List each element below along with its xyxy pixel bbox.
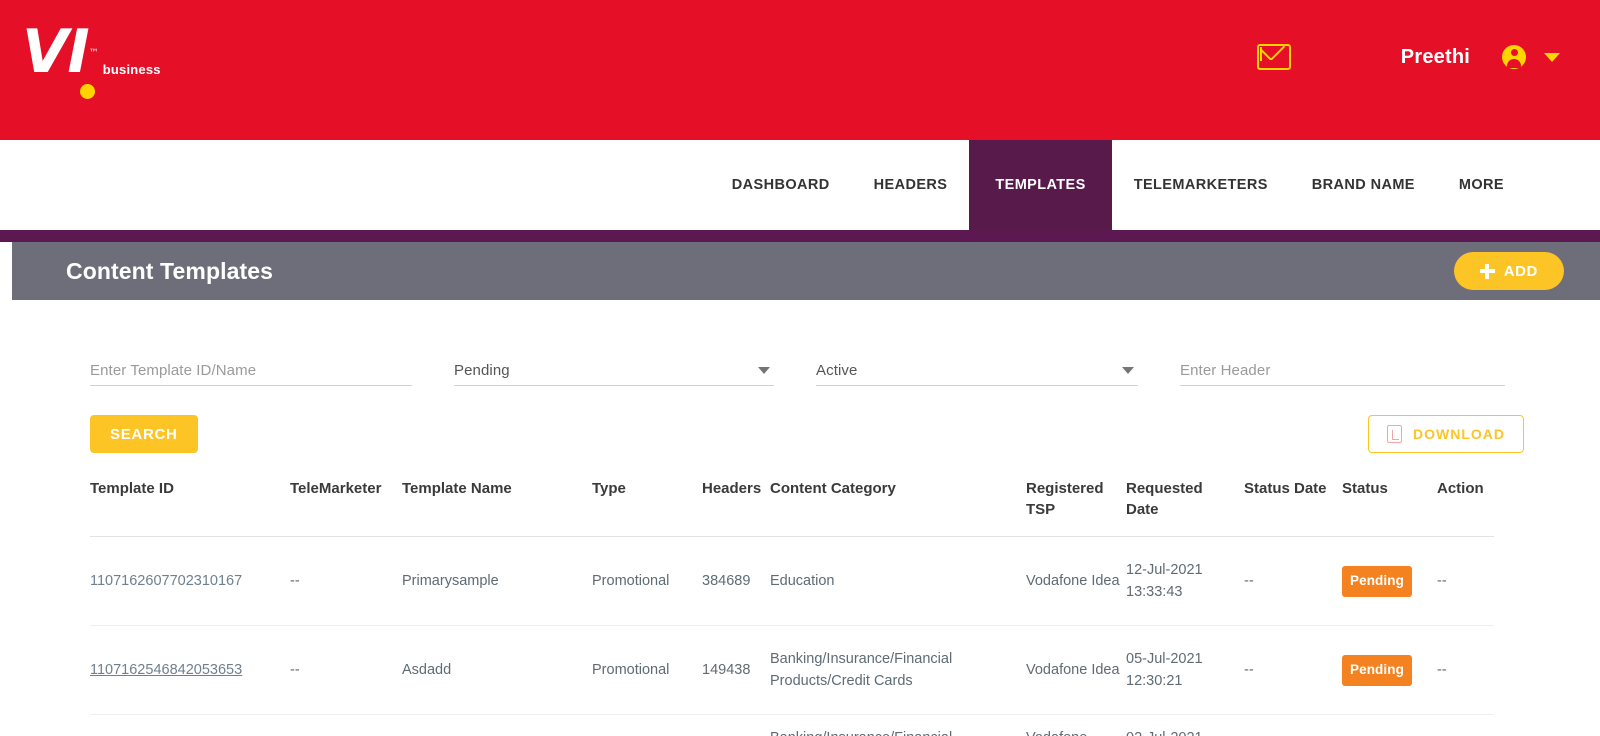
cell-action[interactable]: -- <box>1437 625 1494 715</box>
cell-type: Promotional <box>592 536 702 626</box>
cell-action[interactable]: -- <box>1437 536 1494 626</box>
tab-headers[interactable]: HEADERS <box>852 140 970 230</box>
user-avatar-icon[interactable] <box>1502 45 1526 69</box>
purple-divider-strip <box>0 230 1600 242</box>
status-select[interactable]: Pending <box>454 344 774 386</box>
template-id-link[interactable]: 1107162607702310167 <box>90 573 242 589</box>
cell-content-category: Education <box>770 536 1026 626</box>
template-id-link[interactable]: 1107162546842053653 <box>90 662 242 678</box>
column-header-action[interactable]: Action <box>1437 478 1494 537</box>
logo-yellow-dot <box>80 84 95 99</box>
cell-registered-tsp: Vodafone <box>1026 715 1126 736</box>
tab-more[interactable]: MORE <box>1437 140 1526 230</box>
cell-headers <box>702 715 770 736</box>
column-header-headers[interactable]: Headers <box>702 478 770 537</box>
filter-row: Enter Template ID/Name Pending Active En… <box>90 332 1516 386</box>
cell-headers: 149438 <box>702 625 770 715</box>
cell-template-id <box>90 715 290 736</box>
cell-requested-date: 02-Jul-2021 <box>1126 715 1244 736</box>
cell-template-name: Primarysample <box>402 536 592 626</box>
tab-templates[interactable]: TEMPLATES <box>969 140 1112 230</box>
logo-business-label: business <box>102 62 161 77</box>
status-badge: Pending <box>1342 565 1412 597</box>
column-header-template-id[interactable]: Template ID <box>90 478 290 537</box>
cell-telemarketer: -- <box>290 625 402 715</box>
download-button[interactable]: DOWNLOAD <box>1368 415 1524 453</box>
status-badge: Pending <box>1342 654 1412 686</box>
cell-status-date: -- <box>1244 536 1342 626</box>
logo-vi-text: VI ™ <box>22 22 99 99</box>
column-header-template-name[interactable]: Template Name <box>402 478 592 537</box>
cell-headers: 384689 <box>702 536 770 626</box>
cell-template-name: Asdadd <box>402 625 592 715</box>
table-head: Template ID TeleMarketer Template Name T… <box>90 478 1494 537</box>
add-button[interactable]: ADD <box>1453 252 1564 290</box>
search-button[interactable]: SEARCH <box>90 415 198 453</box>
cell-requested-date: 12-Jul-2021 13:33:43 <box>1126 536 1244 626</box>
cell-status-date <box>1244 715 1342 736</box>
logo-trademark: ™ <box>88 48 99 59</box>
plus-icon <box>1479 263 1495 279</box>
mail-flap-icon <box>1260 46 1287 60</box>
column-header-requested-date[interactable]: Requested Date <box>1126 478 1244 537</box>
main-navigation: DASHBOARD HEADERS TEMPLATES TELEMARKETER… <box>0 140 1600 230</box>
cell-content-category: Banking/Insurance/Financial Products/Cre… <box>770 625 1026 715</box>
cell-status-date: -- <box>1244 625 1342 715</box>
cell-telemarketer: -- <box>290 536 402 626</box>
cell-registered-tsp: Vodafone Idea <box>1026 536 1126 626</box>
tab-brand-name[interactable]: BRAND NAME <box>1290 140 1437 230</box>
cell-type: Promotional <box>592 625 702 715</box>
cell-content-category: Banking/Insurance/Financial <box>770 715 1026 736</box>
chevron-down-icon <box>758 367 770 374</box>
mail-icon[interactable] <box>1256 44 1291 70</box>
add-button-label: ADD <box>1503 262 1538 280</box>
cell-action[interactable] <box>1437 715 1494 736</box>
column-header-status[interactable]: Status <box>1342 478 1437 537</box>
cell-requested-date: 05-Jul-2021 12:30:21 <box>1126 625 1244 715</box>
chevron-down-icon <box>1122 367 1134 374</box>
template-id-input[interactable]: Enter Template ID/Name <box>90 344 412 386</box>
action-row: SEARCH DOWNLOAD <box>90 414 1524 454</box>
page-body: Content Templates ADD Enter Template ID/… <box>0 242 1600 736</box>
table-row: 1107162607702310167 -- Primarysample Pro… <box>90 536 1494 626</box>
panel-header: Content Templates ADD <box>12 242 1600 300</box>
cell-status <box>1342 715 1437 736</box>
table-body: 1107162607702310167 -- Primarysample Pro… <box>90 536 1494 736</box>
content-area: Enter Template ID/Name Pending Active En… <box>12 300 1600 736</box>
table-row: 1107162546842053653 -- Asdadd Promotiona… <box>90 625 1494 715</box>
template-id-placeholder: Enter Template ID/Name <box>90 362 257 379</box>
cell-registered-tsp: Vodafone Idea <box>1026 625 1126 715</box>
header-right-controls: Preethi <box>1256 44 1560 70</box>
table-header-row: Template ID TeleMarketer Template Name T… <box>90 478 1494 537</box>
cell-type <box>592 715 702 736</box>
logo-vi-letters: VI <box>22 17 90 87</box>
status-select-value: Pending <box>454 362 510 379</box>
header-placeholder: Enter Header <box>1180 362 1271 379</box>
tab-telemarketers[interactable]: TELEMARKETERS <box>1112 140 1290 230</box>
chevron-down-icon[interactable] <box>1544 52 1560 62</box>
templates-table: Template ID TeleMarketer Template Name T… <box>90 478 1494 736</box>
vi-business-logo[interactable]: VI ™ business <box>22 22 161 99</box>
column-header-type[interactable]: Type <box>592 478 702 537</box>
cell-template-name <box>402 715 592 736</box>
cell-template-id: 1107162607702310167 <box>90 536 290 626</box>
cell-status: Pending <box>1342 625 1437 715</box>
cell-status: Pending <box>1342 536 1437 626</box>
column-header-content-category[interactable]: Content Category <box>770 478 1026 537</box>
download-button-label: DOWNLOAD <box>1413 426 1505 442</box>
cell-template-id: 1107162546842053653 <box>90 625 290 715</box>
top-header-bar: VI ™ business Preethi <box>0 0 1600 140</box>
header-input[interactable]: Enter Header <box>1180 344 1505 386</box>
cell-telemarketer <box>290 715 402 736</box>
document-download-icon <box>1387 425 1402 443</box>
column-header-registered-tsp[interactable]: Registered TSP <box>1026 478 1126 537</box>
column-header-telemarketer[interactable]: TeleMarketer <box>290 478 402 537</box>
column-header-status-date[interactable]: Status Date <box>1244 478 1342 537</box>
active-select-value: Active <box>816 362 858 379</box>
tab-dashboard[interactable]: DASHBOARD <box>710 140 852 230</box>
active-select[interactable]: Active <box>816 344 1138 386</box>
user-name-label: Preethi <box>1400 45 1470 68</box>
page-title: Content Templates <box>66 257 274 284</box>
table-row: Banking/Insurance/Financial Vodafone 02-… <box>90 715 1494 736</box>
